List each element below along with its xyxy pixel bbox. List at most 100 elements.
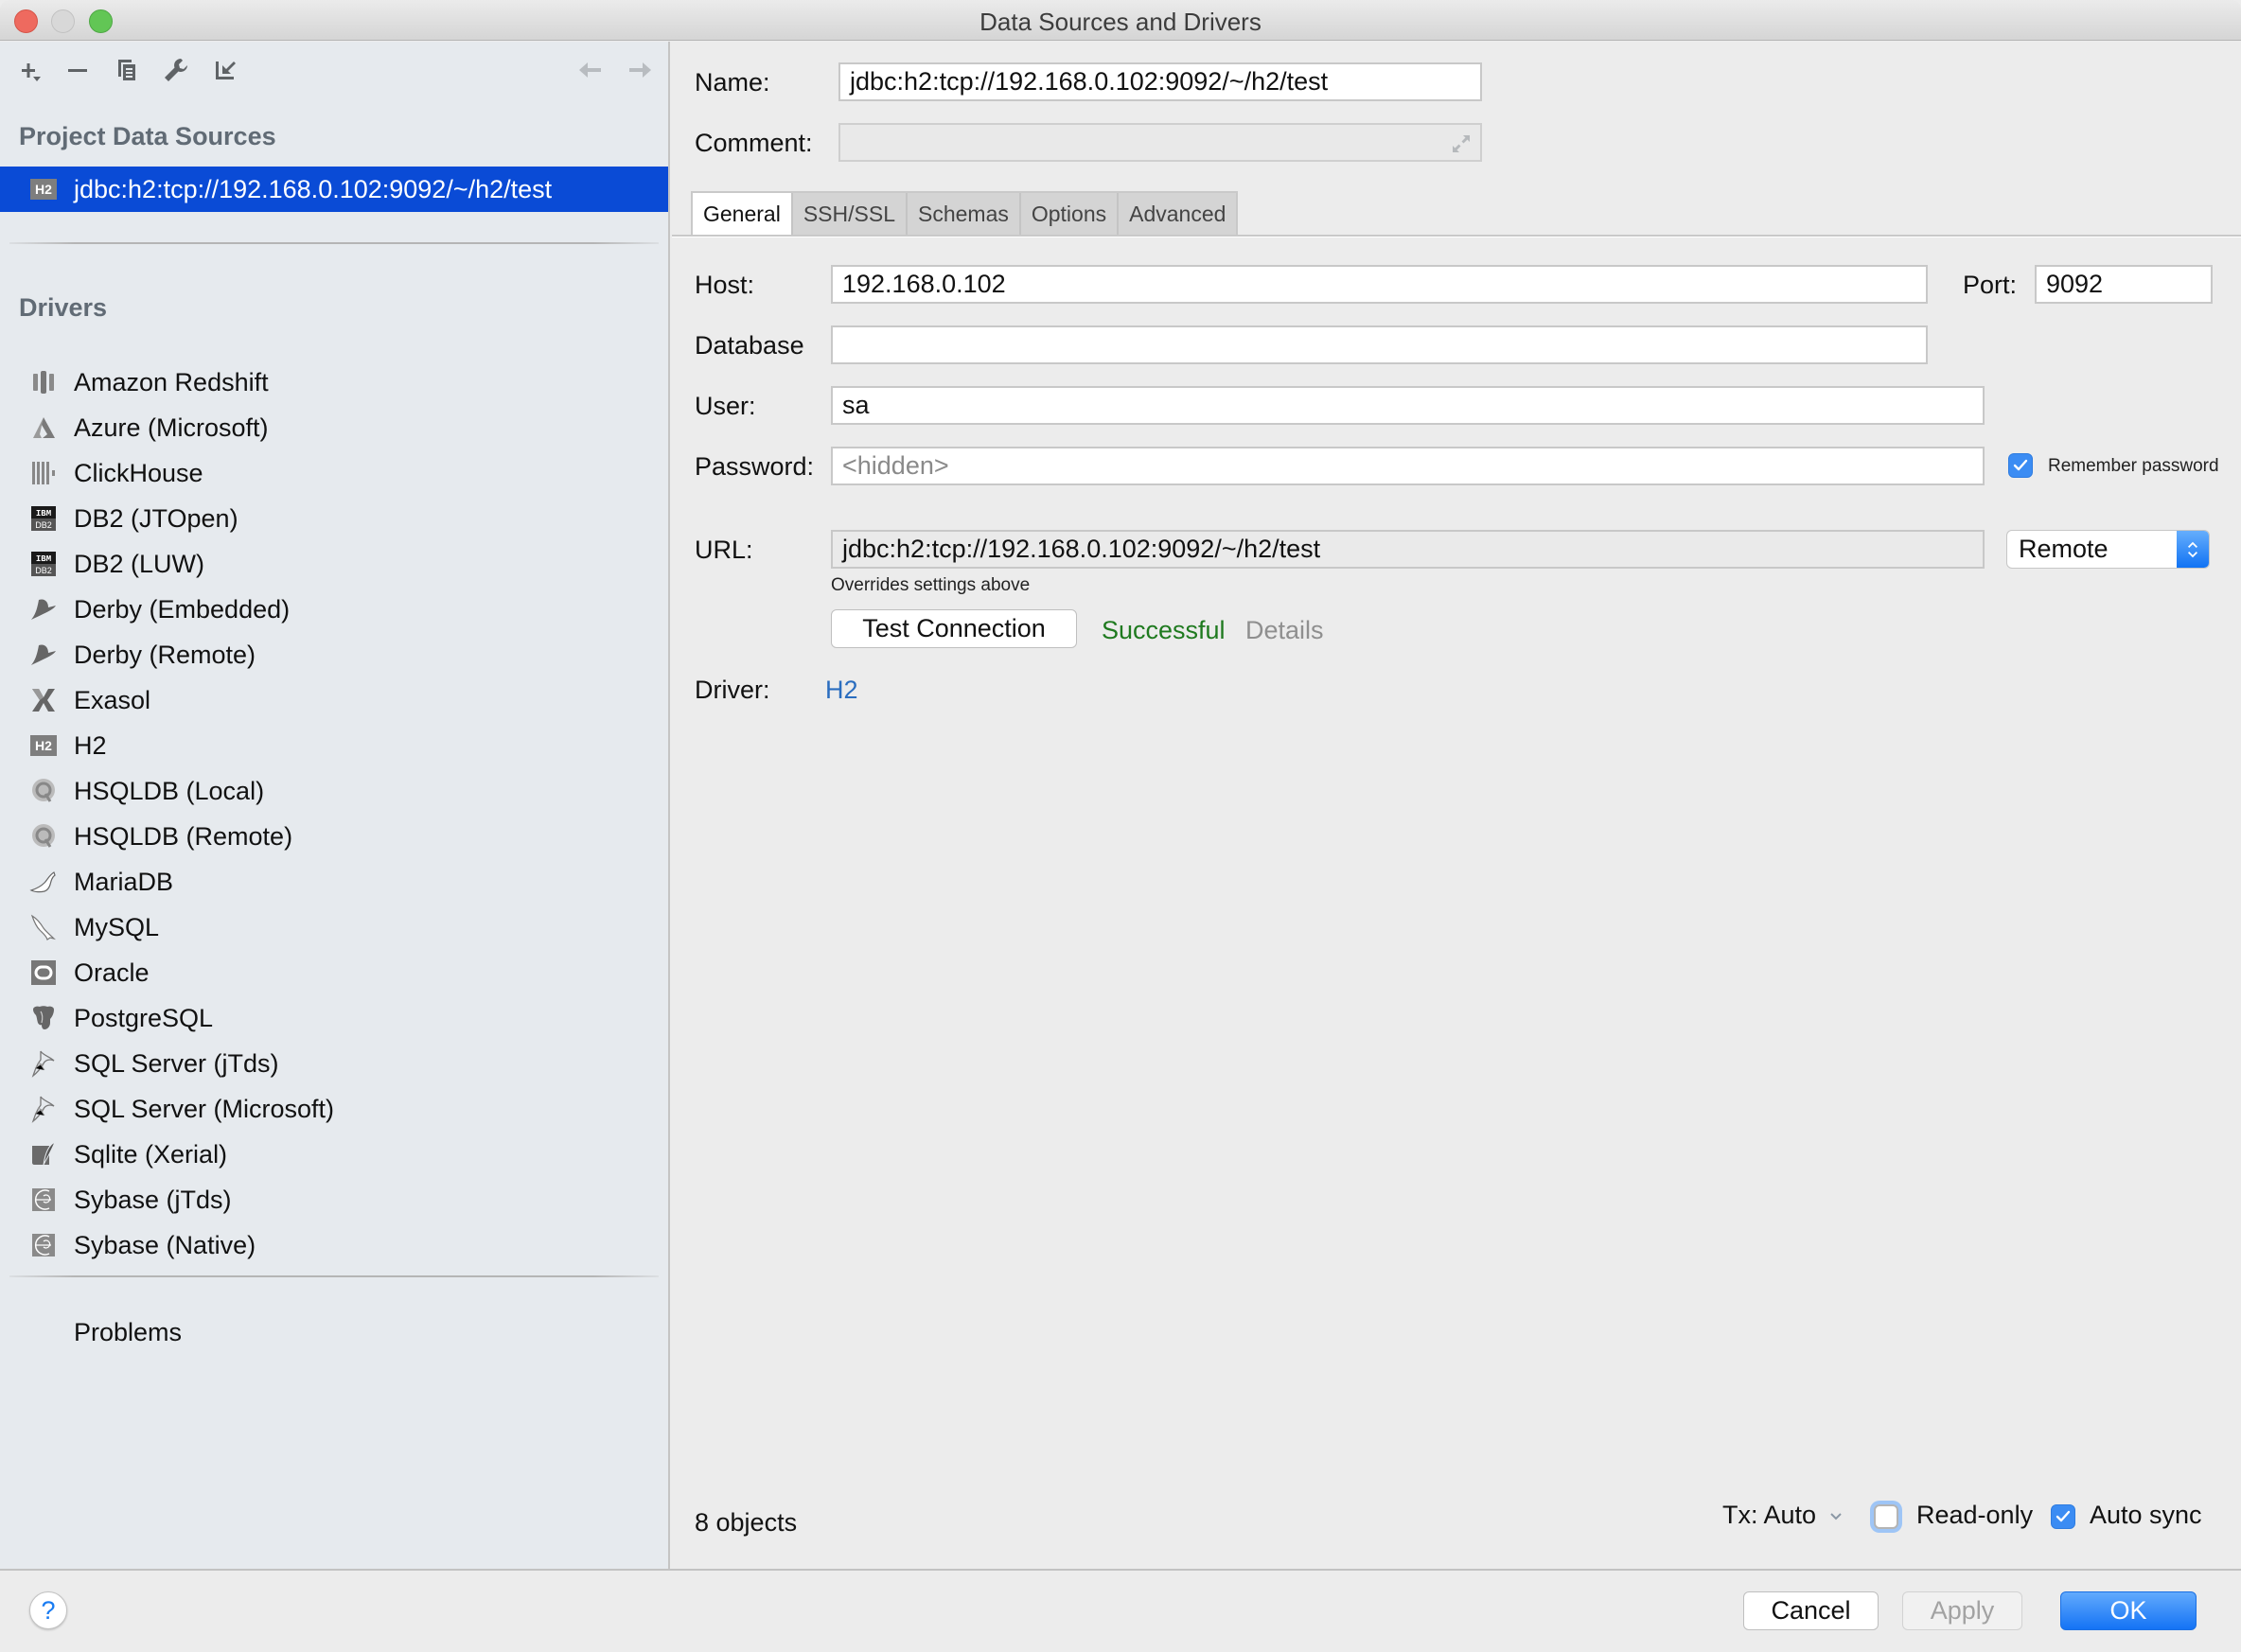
database-input[interactable] bbox=[831, 325, 1928, 364]
tab-bar: General SSH/SSL Schemas Options Advanced bbox=[691, 191, 1239, 236]
import-button[interactable] bbox=[208, 53, 242, 87]
driver-label: Driver: bbox=[695, 676, 770, 704]
apply-button[interactable]: Apply bbox=[1902, 1591, 2022, 1630]
forward-button[interactable] bbox=[624, 53, 658, 87]
import-arrow-icon bbox=[216, 62, 236, 79]
tab-advanced[interactable]: Advanced bbox=[1117, 193, 1237, 236]
driver-item-postgresql[interactable]: PostgreSQL bbox=[0, 995, 668, 1041]
data-source-properties: Name: jdbc:h2:tcp://192.168.0.102:9092/~… bbox=[672, 42, 2241, 1569]
url-input[interactable]: jdbc:h2:tcp://192.168.0.102:9092/~/h2/te… bbox=[831, 530, 1985, 569]
driver-item-db2-jtopen[interactable]: IBM DB2 DB2 (JTOpen) bbox=[0, 496, 668, 541]
sqlite-feather-icon bbox=[28, 1139, 59, 1169]
driver-link[interactable]: H2 bbox=[825, 676, 858, 705]
auto-sync-label: Auto sync bbox=[2090, 1501, 2202, 1529]
duplicate-button[interactable] bbox=[110, 53, 144, 87]
tx-mode-dropdown[interactable]: Tx: Auto bbox=[1722, 1501, 1843, 1530]
svg-text:IBM: IBM bbox=[36, 554, 51, 564]
ibm-db2-icon: IBM DB2 bbox=[28, 549, 59, 579]
driver-item-sybase-native[interactable]: Sybase (Native) bbox=[0, 1222, 668, 1268]
hsqldb-icon bbox=[28, 776, 59, 806]
read-only-label: Read-only bbox=[1916, 1501, 2034, 1529]
driver-item-oracle[interactable]: Oracle bbox=[0, 950, 668, 995]
remember-password-label: Remember password bbox=[2048, 456, 2219, 476]
password-input[interactable]: <hidden> bbox=[831, 447, 1985, 485]
checkmark-icon bbox=[2013, 459, 2028, 471]
sidebar-toolbar bbox=[0, 42, 668, 98]
driver-item-sql-server-microsoft[interactable]: SQL Server (Microsoft) bbox=[0, 1086, 668, 1132]
driver-item-db2-luw[interactable]: IBM DB2 DB2 (LUW) bbox=[0, 541, 668, 587]
password-label: Password: bbox=[695, 452, 815, 481]
properties-button[interactable] bbox=[159, 53, 193, 87]
expand-icon[interactable] bbox=[1450, 132, 1473, 155]
driver-item-hsqldb-remote[interactable]: HSQLDB (Remote) bbox=[0, 814, 668, 859]
port-input[interactable]: 9092 bbox=[2035, 265, 2213, 304]
redshift-icon bbox=[28, 367, 59, 397]
tab-schemas[interactable]: Schemas bbox=[905, 193, 1019, 236]
up-down-chevron-icon bbox=[2177, 531, 2209, 568]
name-input[interactable]: jdbc:h2:tcp://192.168.0.102:9092/~/h2/te… bbox=[838, 62, 1482, 101]
drivers-list: Amazon Redshift Azure (Microsoft) ClickH… bbox=[0, 360, 668, 1268]
host-input[interactable]: 192.168.0.102 bbox=[831, 265, 1928, 304]
svg-text:DB2: DB2 bbox=[35, 520, 52, 530]
driver-item-sqlite[interactable]: Sqlite (Xerial) bbox=[0, 1132, 668, 1177]
tab-separator bbox=[672, 235, 2241, 237]
add-button[interactable] bbox=[13, 53, 47, 87]
data-sources-dialog: Data Sources and Drivers Project Data So… bbox=[0, 0, 2241, 1652]
arrow-left-icon bbox=[579, 62, 601, 78]
derby-hat-icon bbox=[28, 594, 59, 624]
tab-options[interactable]: Options bbox=[1018, 193, 1118, 236]
connection-status: Successful bbox=[1102, 616, 1226, 644]
checkmark-icon bbox=[2056, 1510, 2071, 1522]
driver-item-azure[interactable]: Azure (Microsoft) bbox=[0, 405, 668, 450]
driver-item-sybase-jtds[interactable]: Sybase (jTds) bbox=[0, 1177, 668, 1222]
driver-item-h2[interactable]: H2 H2 bbox=[0, 723, 668, 768]
database-label: Database bbox=[695, 331, 804, 360]
sybase-icon bbox=[28, 1185, 59, 1215]
driver-item-mariadb[interactable]: MariaDB bbox=[0, 859, 668, 905]
remove-button[interactable] bbox=[61, 53, 95, 87]
user-label: User: bbox=[695, 392, 756, 420]
wrench-icon bbox=[165, 59, 187, 81]
data-source-label: jdbc:h2:tcp://192.168.0.102:9092/~/h2/te… bbox=[74, 174, 553, 203]
tab-general[interactable]: General bbox=[693, 193, 791, 236]
driver-item-mysql[interactable]: MySQL bbox=[0, 905, 668, 950]
data-source-item[interactable]: H2 jdbc:h2:tcp://192.168.0.102:9092/~/h2… bbox=[0, 167, 668, 212]
auto-sync-checkbox[interactable] bbox=[2051, 1504, 2075, 1529]
sidebar-divider bbox=[9, 1275, 659, 1277]
back-button[interactable] bbox=[573, 53, 607, 87]
remember-password-checkbox[interactable] bbox=[2008, 453, 2033, 478]
ok-button[interactable]: OK bbox=[2060, 1591, 2197, 1630]
driver-item-sql-server-jtds[interactable]: SQL Server (jTds) bbox=[0, 1041, 668, 1086]
url-label: URL: bbox=[695, 536, 753, 564]
test-connection-button[interactable]: Test Connection bbox=[831, 609, 1077, 648]
oracle-icon bbox=[28, 958, 59, 988]
help-button[interactable]: ? bbox=[29, 1591, 67, 1629]
driver-item-clickhouse[interactable]: ClickHouse bbox=[0, 450, 668, 496]
svg-text:DB2: DB2 bbox=[35, 566, 52, 575]
read-only-checkbox[interactable] bbox=[1874, 1504, 1898, 1529]
title-bar: Data Sources and Drivers bbox=[0, 0, 2241, 41]
cancel-button[interactable]: Cancel bbox=[1743, 1591, 1879, 1630]
tab-ssh-ssl[interactable]: SSH/SSL bbox=[790, 193, 906, 236]
driver-item-derby-remote[interactable]: Derby (Remote) bbox=[0, 632, 668, 677]
name-label: Name: bbox=[695, 68, 770, 97]
azure-icon bbox=[28, 413, 59, 443]
comment-input[interactable] bbox=[838, 123, 1482, 162]
url-type-select[interactable]: Remote bbox=[2006, 530, 2210, 569]
user-input[interactable]: sa bbox=[831, 386, 1985, 425]
driver-item-derby-embedded[interactable]: Derby (Embedded) bbox=[0, 587, 668, 632]
driver-item-amazon-redshift[interactable]: Amazon Redshift bbox=[0, 360, 668, 405]
driver-item-hsqldb-local[interactable]: HSQLDB (Local) bbox=[0, 768, 668, 814]
postgresql-elephant-icon bbox=[28, 1003, 59, 1033]
plus-icon bbox=[22, 63, 41, 81]
comment-label: Comment: bbox=[695, 129, 813, 157]
driver-item-exasol[interactable]: Exasol bbox=[0, 677, 668, 723]
derby-hat-icon bbox=[28, 640, 59, 670]
details-link[interactable]: Details bbox=[1245, 616, 1324, 645]
problems-item[interactable]: Problems bbox=[74, 1318, 182, 1347]
mariadb-seal-icon bbox=[28, 867, 59, 897]
h2-icon: H2 bbox=[28, 730, 59, 761]
mysql-dolphin-icon bbox=[28, 912, 59, 942]
copy-icon bbox=[118, 60, 135, 80]
exasol-icon bbox=[28, 685, 59, 715]
